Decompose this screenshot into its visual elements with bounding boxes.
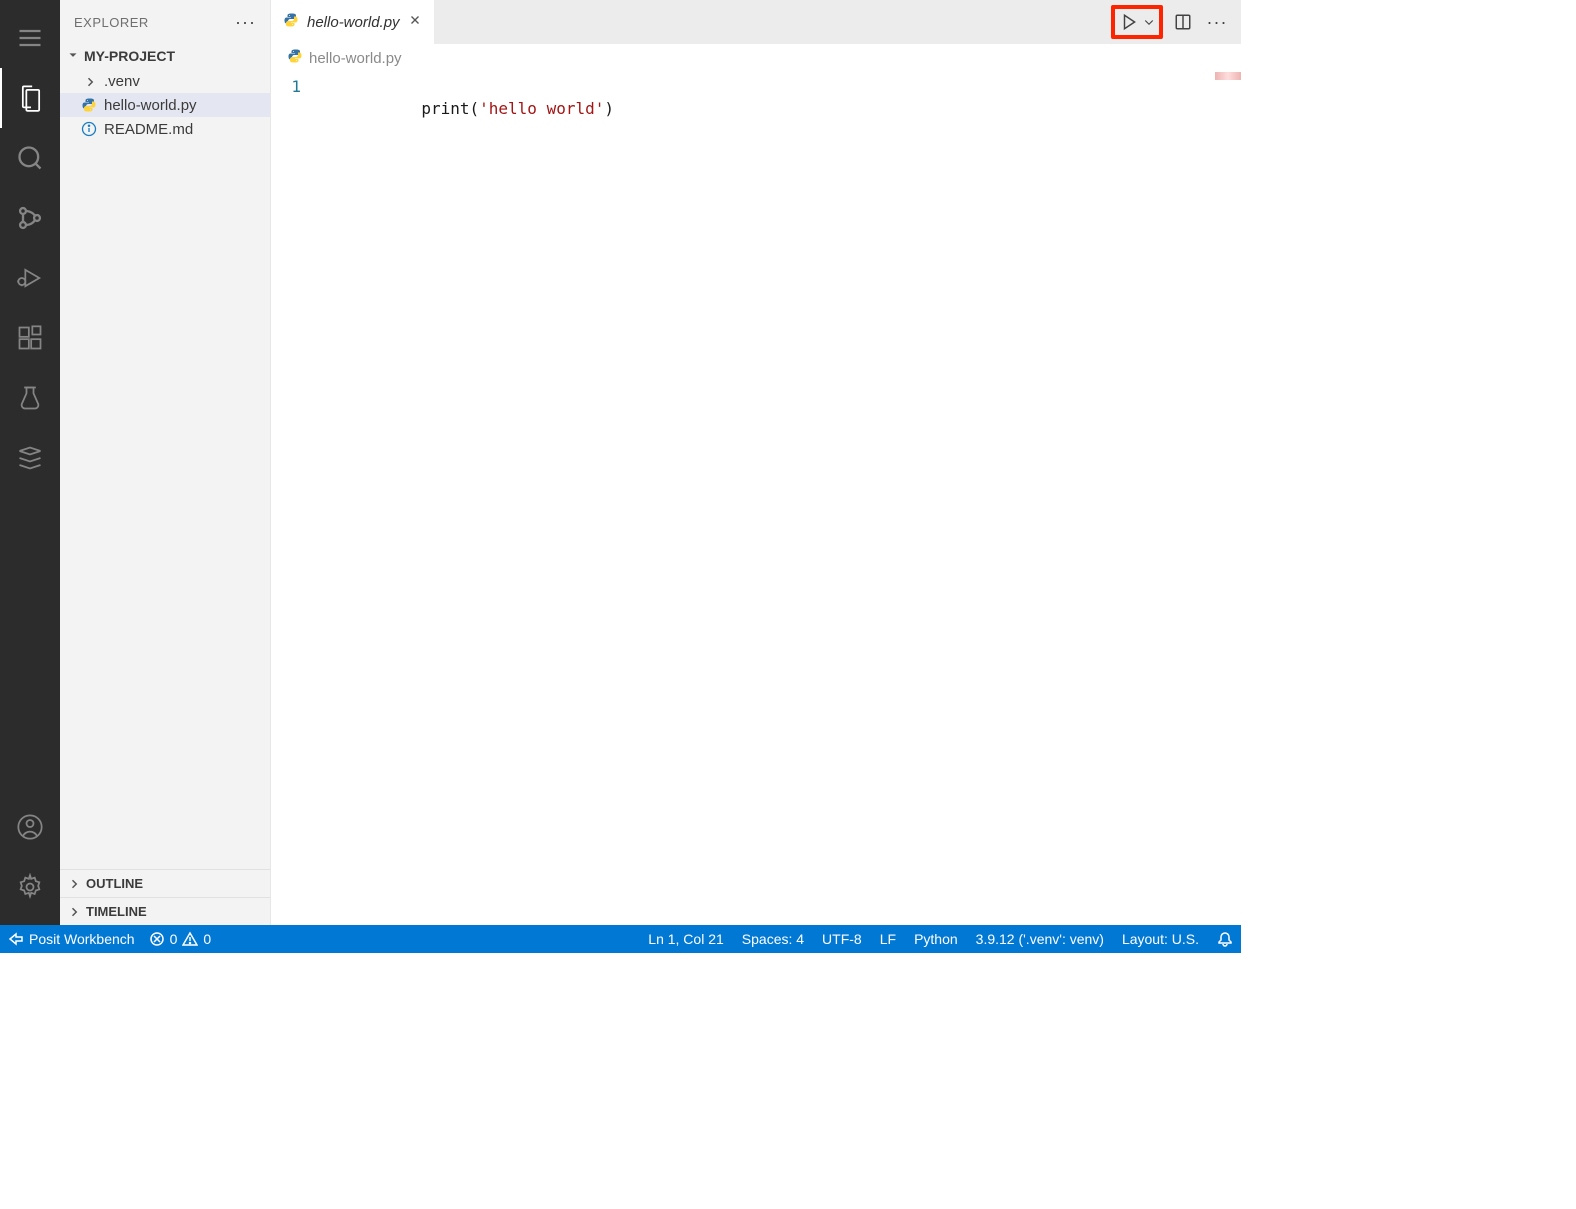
python-icon: [80, 96, 98, 114]
breadcrumb-file: hello-world.py: [309, 50, 402, 67]
project-name: MY-PROJECT: [84, 48, 175, 64]
file-tree: .venv hello-world.py README.md: [60, 68, 270, 869]
outline-label: OUTLINE: [86, 876, 143, 891]
info-icon: [80, 120, 98, 138]
search-icon[interactable]: [0, 128, 60, 188]
line-gutter: 1: [271, 72, 325, 925]
tree-item-label: README.md: [104, 121, 193, 138]
sidebar-title: EXPLORER: [74, 15, 149, 30]
status-bell-icon[interactable]: [1217, 931, 1233, 947]
posit-icon[interactable]: [0, 428, 60, 488]
editor-more-icon[interactable]: ···: [1203, 8, 1231, 36]
python-icon: [287, 48, 303, 68]
split-editor-icon[interactable]: [1169, 8, 1197, 36]
status-remote[interactable]: Posit Workbench: [8, 931, 135, 947]
timeline-label: TIMELINE: [86, 904, 147, 919]
run-debug-icon[interactable]: [0, 248, 60, 308]
python-icon: [283, 12, 299, 32]
status-eol[interactable]: LF: [880, 931, 896, 947]
editor-area: hello-world.py ···: [271, 0, 1241, 925]
code-token-punc: ): [604, 99, 614, 118]
tree-item-label: .venv: [104, 73, 140, 90]
code-content[interactable]: print('hello world'): [325, 72, 1241, 925]
run-button[interactable]: [1117, 10, 1141, 34]
status-language[interactable]: Python: [914, 931, 958, 947]
tab-label: hello-world.py: [307, 14, 400, 31]
folder-venv[interactable]: .venv: [60, 70, 270, 93]
run-dropdown-icon[interactable]: [1141, 10, 1157, 34]
chevron-right-icon: [68, 878, 82, 890]
explorer-icon[interactable]: [0, 68, 60, 128]
outline-section[interactable]: OUTLINE: [60, 869, 270, 897]
editor-tab-hello-world[interactable]: hello-world.py: [271, 0, 434, 44]
tab-bar: hello-world.py ···: [271, 0, 1241, 44]
chevron-down-icon: [66, 49, 80, 63]
status-interpreter[interactable]: 3.9.12 ('.venv': venv): [976, 931, 1104, 947]
minimap-marker: [1215, 72, 1241, 80]
status-problems[interactable]: 0 0: [149, 931, 212, 947]
tree-item-label: hello-world.py: [104, 97, 197, 114]
test-icon[interactable]: [0, 368, 60, 428]
code-token-string: 'hello world': [479, 99, 604, 118]
close-tab-icon[interactable]: [408, 13, 422, 31]
breadcrumb[interactable]: hello-world.py: [271, 44, 1241, 72]
editor-body[interactable]: 1 print('hello world'): [271, 72, 1241, 925]
source-control-icon[interactable]: [0, 188, 60, 248]
accounts-icon[interactable]: [0, 797, 60, 857]
file-hello-world-py[interactable]: hello-world.py: [60, 93, 270, 117]
project-folder-header[interactable]: MY-PROJECT: [60, 44, 270, 68]
file-readme-md[interactable]: README.md: [60, 117, 270, 141]
status-cursor[interactable]: Ln 1, Col 21: [648, 931, 724, 947]
chevron-right-icon: [68, 906, 82, 918]
timeline-section[interactable]: TIMELINE: [60, 897, 270, 925]
line-number: 1: [271, 76, 301, 98]
code-token-punc: (: [470, 99, 480, 118]
sidebar-more-icon[interactable]: ···: [235, 12, 256, 33]
activity-bar: [0, 0, 60, 925]
extensions-icon[interactable]: [0, 308, 60, 368]
chevron-right-icon: [84, 76, 98, 88]
code-token-fn: print: [421, 99, 469, 118]
status-layout[interactable]: Layout: U.S.: [1122, 931, 1199, 947]
run-button-highlight: [1111, 5, 1163, 39]
status-bar: Posit Workbench 0 0 Ln 1, Col 21 Spaces:…: [0, 925, 1241, 953]
menu-icon[interactable]: [0, 8, 60, 68]
status-indent[interactable]: Spaces: 4: [742, 931, 804, 947]
settings-gear-icon[interactable]: [0, 857, 60, 917]
explorer-sidebar: EXPLORER ··· MY-PROJECT .venv hello-worl…: [60, 0, 271, 925]
status-encoding[interactable]: UTF-8: [822, 931, 862, 947]
